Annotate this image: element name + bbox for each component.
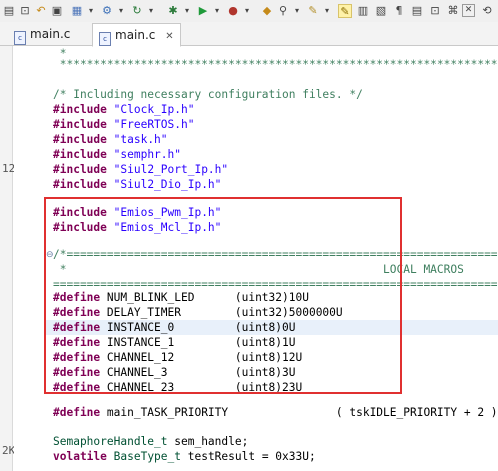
tab-main-c-first[interactable]: c main.c: [14, 23, 70, 45]
undo-icon[interactable]: ↶: [34, 4, 48, 18]
chevron-down-icon[interactable]: ▾: [114, 4, 128, 18]
editor-gutter: [14, 46, 44, 471]
left-pane-edge: 12 2K: [0, 46, 15, 471]
run-icon[interactable]: ▶: [196, 4, 210, 18]
pencil-icon[interactable]: ✎: [306, 4, 320, 18]
tab-main-c-active[interactable]: c main.c ✕: [92, 23, 181, 47]
refresh-icon[interactable]: ↻: [130, 4, 144, 18]
code-line: #include "Clock_Ip.h": [53, 103, 195, 116]
code-line: /* Including necessary configuration fil…: [53, 88, 363, 101]
chevron-down-icon[interactable]: ▾: [144, 4, 158, 18]
code-line: #include "semphr.h": [53, 148, 181, 161]
back-icon[interactable]: ⟲: [480, 4, 494, 18]
close-icon[interactable]: ✕: [165, 31, 173, 42]
debug-icon[interactable]: ⚙: [100, 4, 114, 18]
code-line: SemaphoreHandle_t sem_handle;: [53, 435, 249, 448]
tab-label: main.c: [30, 27, 71, 41]
chevron-down-icon[interactable]: ▾: [290, 4, 304, 18]
chevron-down-icon[interactable]: ▾: [210, 4, 224, 18]
editor-tab-bar: c main.c c main.c ✕: [0, 22, 498, 47]
toggle-sidebar-icon[interactable]: ▥: [356, 4, 370, 18]
chevron-down-icon[interactable]: ▾: [320, 4, 334, 18]
open-type-icon[interactable]: ◆: [260, 4, 274, 18]
code-line: #include "Siul2_Dio_Ip.h": [53, 178, 222, 191]
main-toolbar: ▤ ⊡ ↶ ▣ ▦ ▾ ⚙ ▾ ↻ ▾ ✱ ▾ ▶ ▾ ● ▾ ◆ ⚲ ▾ ✎ …: [0, 0, 498, 23]
highlight-icon[interactable]: ✎: [338, 4, 352, 18]
code-line: #include "Siul2_Port_Ip.h": [53, 163, 229, 176]
external-tools-icon[interactable]: ●: [226, 4, 240, 18]
tab-label: main.c: [115, 28, 156, 42]
code-line: volatile BaseType_t testResult = 0x33U;: [53, 450, 316, 463]
bug-icon[interactable]: ✱: [166, 4, 180, 18]
redo-icon[interactable]: ▣: [50, 4, 64, 18]
paragraph-icon[interactable]: ¶: [392, 4, 406, 18]
highlight-annotation-box: [44, 197, 402, 394]
pin-icon[interactable]: ⊡: [428, 4, 442, 18]
search-icon[interactable]: ⚲: [276, 4, 290, 18]
code-line: ****************************************…: [59, 58, 498, 71]
code-line: #include "FreeRTOS.h": [53, 118, 195, 131]
whitespace-icon[interactable]: ⌘: [446, 4, 460, 18]
chevron-down-icon[interactable]: ▾: [240, 4, 254, 18]
c-file-icon: c: [99, 32, 111, 46]
chevron-down-icon[interactable]: ▾: [84, 4, 98, 18]
code-line: #include "task.h": [53, 133, 168, 146]
chevron-down-icon[interactable]: ▾: [180, 4, 194, 18]
block-select-icon[interactable]: ▤: [410, 4, 424, 18]
code-line: #define main_TASK_PRIORITY ( tskIDLE_PRI…: [53, 406, 498, 419]
new-file-icon[interactable]: ▤: [2, 4, 16, 18]
build-icon[interactable]: ▦: [70, 4, 84, 18]
save-icon[interactable]: ⊡: [18, 4, 32, 18]
mark-icon[interactable]: ▧: [374, 4, 388, 18]
close-editor-icon[interactable]: ✕: [462, 4, 475, 17]
c-file-icon: c: [14, 31, 26, 45]
